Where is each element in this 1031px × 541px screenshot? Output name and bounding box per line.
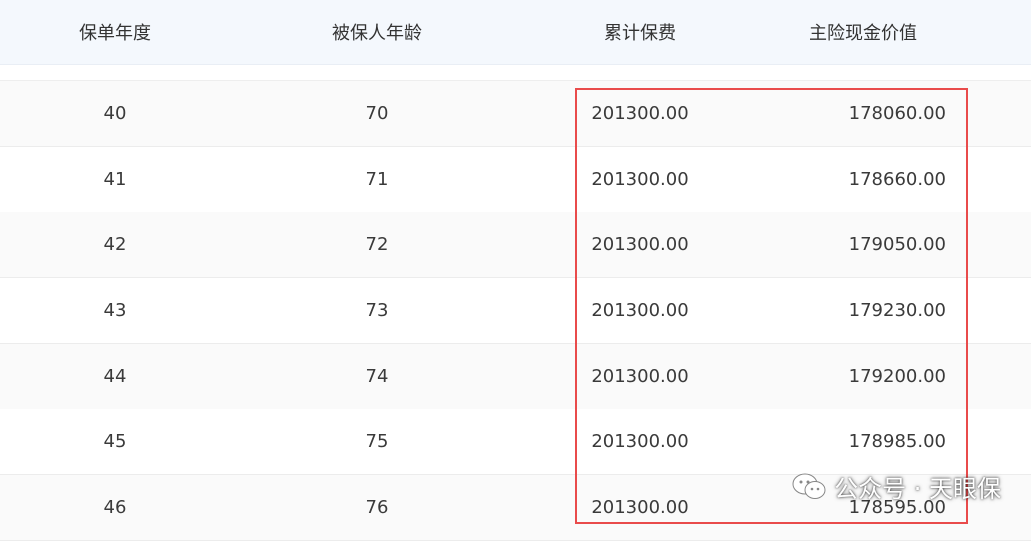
- cell-insured-age: 76: [365, 497, 389, 518]
- cell-insured-age: 72: [365, 234, 389, 255]
- cell-cumulative-premium: 201300.00: [591, 169, 689, 190]
- table-row: 44 74 201300.00 179200.00: [0, 344, 1031, 410]
- table-row: 45 75 201300.00 178985.00: [0, 409, 1031, 475]
- cell-policy-year: 40: [103, 103, 127, 124]
- cell-insured-age: 73: [365, 300, 389, 321]
- cell-cash-value: 178985.00: [848, 431, 946, 452]
- header-cash-value: 主险现金价值: [809, 23, 917, 44]
- cell-policy-year: 46: [103, 497, 127, 518]
- cell-insured-age: 74: [365, 366, 389, 387]
- table-row: 40 70 201300.00 178060.00: [0, 81, 1031, 147]
- header-policy-year: 保单年度: [79, 23, 151, 44]
- cell-insured-age: 70: [365, 103, 389, 124]
- header-cumulative-premium: 累计保费: [604, 23, 676, 44]
- table-header: 保单年度 被保人年龄 累计保费 主险现金价值: [0, 0, 1031, 65]
- table-row: 42 72 201300.00 179050.00: [0, 212, 1031, 278]
- cell-cash-value: 178660.00: [848, 169, 946, 190]
- cell-policy-year: 44: [103, 366, 127, 387]
- cell-cash-value: 179230.00: [848, 300, 946, 321]
- header-insured-age: 被保人年龄: [332, 23, 422, 44]
- cell-cash-value: 179200.00: [848, 366, 946, 387]
- cell-cumulative-premium: 201300.00: [591, 366, 689, 387]
- wechat-icon: [792, 473, 826, 501]
- table-row: 41 71 201300.00 178660.00: [0, 147, 1031, 213]
- table-row: 43 73 201300.00 179230.00: [0, 278, 1031, 344]
- cell-policy-year: 42: [103, 234, 127, 255]
- cell-cumulative-premium: 201300.00: [591, 103, 689, 124]
- cell-policy-year: 43: [103, 300, 127, 321]
- watermark: 公众号 · 天眼保: [792, 469, 1001, 504]
- cell-cumulative-premium: 201300.00: [591, 497, 689, 518]
- cell-cash-value: 178060.00: [848, 103, 946, 124]
- cell-insured-age: 75: [365, 431, 389, 452]
- cell-cumulative-premium: 201300.00: [591, 300, 689, 321]
- header-spacer: [0, 65, 1031, 81]
- watermark-text: 公众号 · 天眼保: [834, 475, 1001, 503]
- cell-cash-value: 179050.00: [848, 234, 946, 255]
- cash-value-table: 保单年度 被保人年龄 累计保费 主险现金价值 40 70 201300.00 1…: [0, 0, 1031, 541]
- cell-cumulative-premium: 201300.00: [591, 431, 689, 452]
- cell-cumulative-premium: 201300.00: [591, 234, 689, 255]
- cell-insured-age: 71: [365, 169, 389, 190]
- cell-policy-year: 41: [103, 169, 127, 190]
- cell-policy-year: 45: [103, 431, 127, 452]
